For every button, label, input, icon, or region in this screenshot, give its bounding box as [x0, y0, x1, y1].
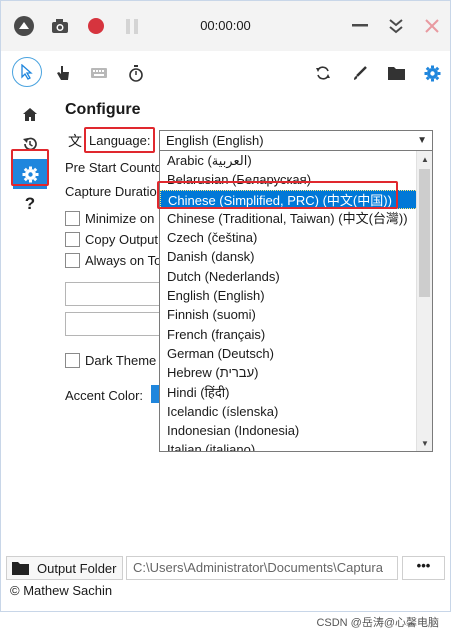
hotkey-input-1[interactable]: [65, 282, 165, 306]
scroll-up-icon[interactable]: ▲: [417, 151, 432, 167]
timer-display: 00:00:00: [200, 18, 251, 33]
output-folder-label: Output Folder: [37, 560, 117, 576]
pre-start-countdown-label: Pre Start Countd: [65, 160, 162, 175]
language-option[interactable]: Hebrew (עברית): [160, 363, 432, 382]
scroll-thumb[interactable]: [419, 169, 430, 297]
folder-icon[interactable]: [382, 59, 410, 87]
settings-icon[interactable]: [418, 59, 446, 87]
dark-theme-label: Dark Theme: [85, 353, 157, 368]
language-option[interactable]: Icelandic (íslenska): [160, 402, 432, 421]
watermark-text: CSDN @岳涛@心馨电脑: [316, 617, 439, 629]
always-on-top-label: Always on To: [85, 253, 162, 268]
minimize-icon[interactable]: [349, 15, 371, 37]
language-label: Language:: [89, 133, 151, 148]
language-option[interactable]: Italian (italiano): [160, 440, 432, 451]
scroll-down-icon[interactable]: ▼: [417, 435, 432, 451]
hotkey-input-2[interactable]: [65, 312, 165, 336]
language-option[interactable]: Finnish (suomi): [160, 305, 432, 324]
close-icon[interactable]: [421, 15, 443, 37]
language-option[interactable]: Czech (čeština): [160, 228, 432, 247]
dark-theme-checkbox[interactable]: [65, 353, 80, 368]
language-option[interactable]: Chinese (Traditional, Taiwan) (中文(台灣)): [160, 209, 432, 228]
settings-highlight-box: [11, 149, 49, 186]
translate-icon: 文: [68, 133, 82, 149]
language-selected-value: English (English): [166, 133, 264, 148]
language-option[interactable]: Hindi (हिंदी): [160, 383, 432, 402]
home-icon[interactable]: [13, 99, 47, 129]
language-option[interactable]: French (français): [160, 325, 432, 344]
output-path-field[interactable]: C:\Users\Administrator\Documents\Captura: [126, 556, 398, 580]
copy-output-label: Copy Output: [85, 232, 158, 247]
chinese-highlight-box: [157, 181, 398, 209]
refresh-icon[interactable]: [309, 59, 337, 87]
minimize-checkbox[interactable]: [65, 211, 80, 226]
language-option[interactable]: German (Deutsch): [160, 344, 432, 363]
title-bar: 00:00:00: [1, 1, 450, 51]
language-dropdown[interactable]: English (English) ▼: [159, 130, 433, 151]
output-bar: Output Folder C:\Users\Administrator\Doc…: [6, 556, 446, 580]
brush-icon[interactable]: [346, 59, 374, 87]
copyright-text: © Mathew Sachin: [10, 583, 113, 598]
capture-duration-label: Capture Duratio: [65, 184, 157, 199]
language-option[interactable]: Indonesian (Indonesia): [160, 421, 432, 440]
language-option[interactable]: English (English): [160, 286, 432, 305]
language-option[interactable]: Arabic (العربية): [160, 151, 432, 170]
page-title: Configure: [65, 101, 141, 118]
hand-icon[interactable]: [49, 59, 77, 87]
output-folder-button[interactable]: Output Folder: [6, 556, 123, 580]
accent-color-label: Accent Color:: [65, 388, 144, 403]
help-icon[interactable]: ?: [13, 189, 47, 219]
app-window: 00:00:00 ? Configure 文 Language: Pre Sta…: [0, 0, 451, 612]
chevron-down-icon: ▼: [417, 135, 427, 146]
copy-output-checkbox[interactable]: [65, 232, 80, 247]
language-option[interactable]: Danish (dansk): [160, 247, 432, 266]
always-on-top-checkbox[interactable]: [65, 253, 80, 268]
more-options-button[interactable]: •••: [402, 556, 445, 580]
folder-icon: [12, 562, 29, 575]
stopwatch-icon[interactable]: [122, 59, 150, 87]
minimize-label: Minimize on: [85, 211, 155, 226]
toolbar: [1, 51, 450, 93]
language-option[interactable]: Dutch (Nederlands): [160, 267, 432, 286]
language-list-scrollbar[interactable]: ▲ ▼: [416, 151, 432, 451]
keyboard-icon[interactable]: [85, 59, 113, 87]
collapse-down-icon[interactable]: [385, 15, 407, 37]
cursor-icon[interactable]: [12, 57, 42, 87]
